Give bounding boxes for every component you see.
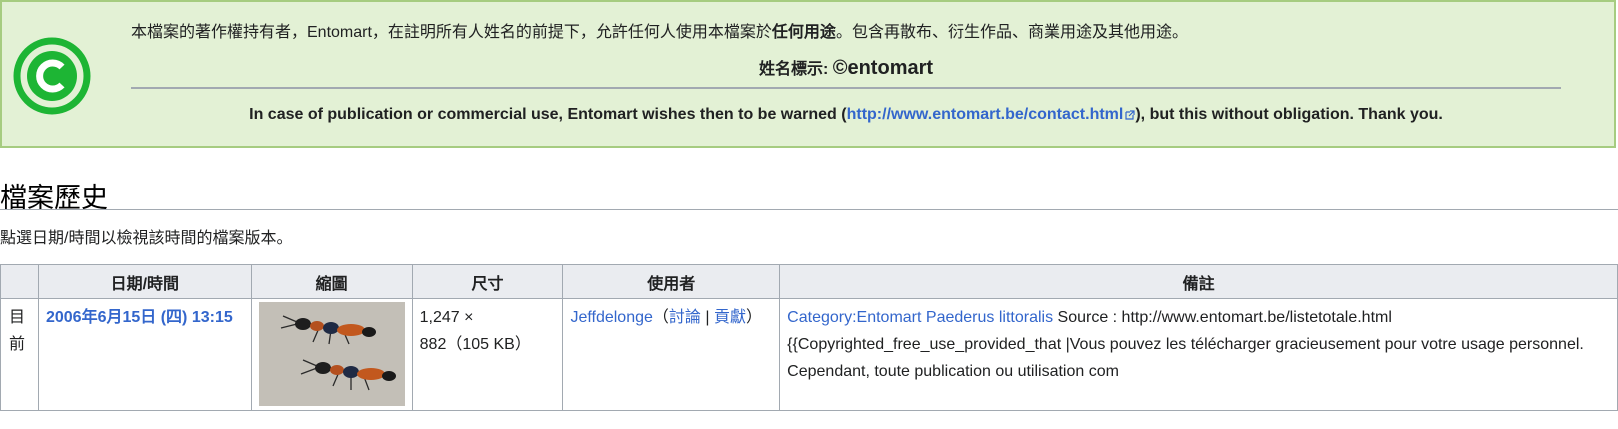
user-link[interactable]: Jeffdelonge — [570, 309, 652, 326]
size-cell: 1,247 × 882（105 KB） — [411, 298, 564, 411]
column-header — [0, 264, 39, 299]
license-text: 本檔案的著作權持有者，Entomart，在註明所有人姓名的前提下，允許任何人使用… — [131, 24, 1188, 41]
beetle-thumbnail[interactable] — [258, 302, 405, 406]
thumbnail-cell — [250, 298, 413, 411]
column-header-user: 使用者 — [562, 264, 781, 299]
column-header-size: 尺寸 — [411, 264, 564, 299]
user-talk-link[interactable]: 討論 — [669, 309, 701, 326]
column-header-datetime: 日期/時間 — [37, 264, 252, 299]
history-hint: 點選日期/時間以檢視該時間的檔案版本。 — [0, 230, 293, 247]
user-contribs-link[interactable]: 貢獻 — [714, 309, 746, 326]
category-link[interactable]: Category:Entomart Paederus littoralis — [787, 309, 1053, 326]
column-header-thumbnail: 縮圖 — [250, 264, 413, 299]
status-cell: 目前 — [0, 298, 39, 411]
copyright-icon — [13, 37, 91, 115]
user-cell: Jeffdelonge（討論 | 貢獻） — [562, 298, 781, 411]
table-header-row: 日期/時間 縮圖 尺寸 使用者 備註 — [0, 264, 1618, 299]
comment-cell: Category:Entomart Paederus littoralis So… — [779, 298, 1618, 411]
size-line1: 1,247 × — [419, 309, 474, 326]
divider — [131, 87, 1561, 89]
heading-underline — [0, 209, 1618, 210]
datetime-link[interactable]: 2006年6月15日 (四) 13:15 — [46, 309, 233, 326]
contact-link[interactable]: http://www.entomart.be/contact.html — [847, 106, 1124, 123]
publication-notice: In case of publication or commercial use… — [249, 106, 1443, 123]
external-link-icon — [1125, 110, 1135, 120]
size-line2: 882（105 KB） — [419, 336, 531, 353]
datetime-cell: 2006年6月15日 (四) 13:15 — [37, 298, 252, 411]
column-header-comment: 備註 — [779, 264, 1618, 299]
attribution: 姓名標示: ©entomart — [758, 57, 934, 79]
license-box: 本檔案的著作權持有者，Entomart，在註明所有人姓名的前提下，允許任何人使用… — [0, 0, 1616, 148]
table-row: 目前 2006年6月15日 (四) 13:15 1,247 × 882（105 … — [0, 298, 1618, 411]
file-history-table: 日期/時間 縮圖 尺寸 使用者 備註 目前 2006年6月15日 (四) 13:… — [0, 264, 1618, 411]
